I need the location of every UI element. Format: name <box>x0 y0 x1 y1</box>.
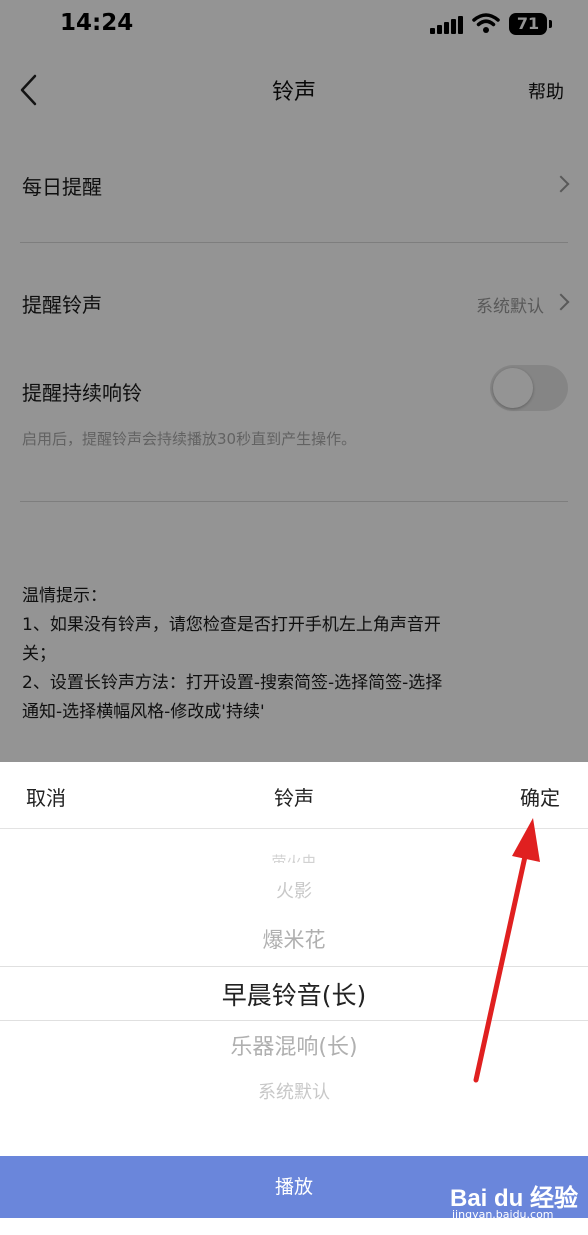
selection-line-top <box>0 966 588 967</box>
ringtone-picker[interactable]: 萤火虫 火影 爆米花 早晨铃音(长) 乐器混响(长) 系统默认 <box>0 829 588 1149</box>
picker-option-selected[interactable]: 早晨铃音(长) <box>0 976 588 1012</box>
picker-option[interactable]: 乐器混响(长) <box>0 1029 588 1061</box>
confirm-button[interactable]: 确定 <box>520 782 560 811</box>
picker-option[interactable]: 火影 <box>0 877 588 903</box>
picker-option[interactable]: 系统默认 <box>0 1078 588 1104</box>
picker-option[interactable]: 萤火虫 <box>0 851 588 863</box>
dim-overlay[interactable] <box>0 0 588 762</box>
picker-option[interactable]: 爆米花 <box>0 924 588 954</box>
sheet-header: 取消 铃声 确定 <box>0 762 588 829</box>
selection-line-bottom <box>0 1020 588 1021</box>
baidu-jingyan-watermark: Bai du 经验 jingyan.baidu.com <box>450 1178 580 1222</box>
watermark-url: jingyan.baidu.com <box>452 1208 554 1221</box>
sheet-title: 铃声 <box>274 786 314 810</box>
